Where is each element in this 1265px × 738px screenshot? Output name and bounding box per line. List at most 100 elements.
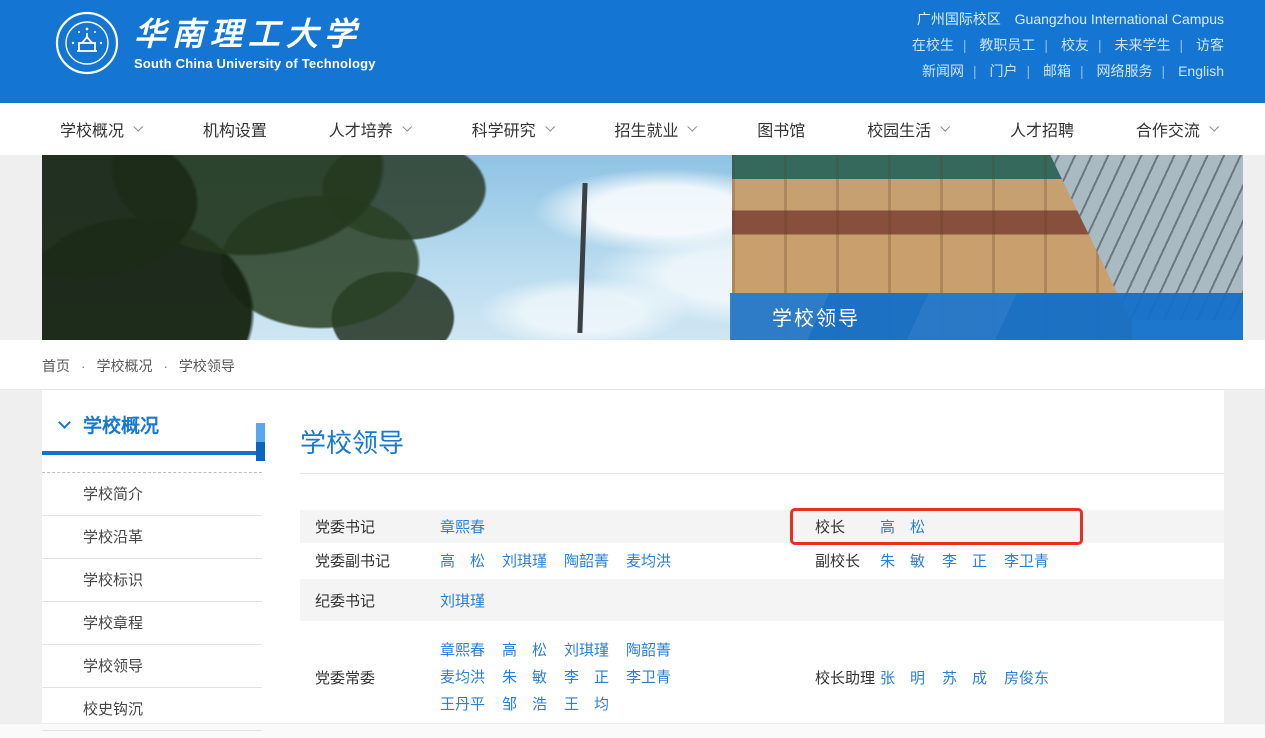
link-future-students[interactable]: 未来学生 xyxy=(1114,37,1170,53)
row-label: 副校长 xyxy=(790,550,880,571)
nav-item-research[interactable]: 科学研究 xyxy=(472,117,553,141)
cell-discipline-secretary: 纪委书记 刘琪瑾 xyxy=(300,579,790,621)
chevron-down-icon xyxy=(58,416,71,429)
separator: | xyxy=(1080,63,1084,79)
nav-item-admissions[interactable]: 招生就业 xyxy=(614,117,695,141)
breadcrumb-separator: · xyxy=(81,358,86,374)
cell-vice-presidents: 副校长 朱 敏李 正李卫青 xyxy=(790,543,1224,577)
table-row: 党委常委 章熙春高 松刘琪瑾陶韶菁 麦均洪朱 敏李 正李卫青 王丹平邹 浩王 均… xyxy=(300,621,1224,733)
chevron-down-icon xyxy=(688,122,698,132)
breadcrumb-school-overview[interactable]: 学校概况 xyxy=(96,358,152,374)
leader-name-link[interactable]: 麦均洪 xyxy=(440,669,485,686)
leader-name-link[interactable]: 章熙春 xyxy=(440,642,485,659)
leader-name-link[interactable]: 麦均洪 xyxy=(626,553,671,570)
cell-standing-committee: 党委常委 章熙春高 松刘琪瑾陶韶菁 麦均洪朱 敏李 正李卫青 王丹平邹 浩王 均 xyxy=(300,621,790,733)
leader-name-link[interactable]: 李 正 xyxy=(564,669,609,686)
leader-name-link[interactable]: 高 松 xyxy=(440,553,485,570)
link-faculty-staff[interactable]: 教职员工 xyxy=(979,37,1035,53)
leader-name-link[interactable]: 苏 成 xyxy=(942,670,987,687)
leader-name-link[interactable]: 王 均 xyxy=(564,696,609,713)
nav-item-cooperation[interactable]: 合作交流 xyxy=(1136,117,1217,141)
breadcrumb: 首页 · 学校概况 · 学校领导 xyxy=(0,340,1265,390)
leader-name-link[interactable]: 王丹平 xyxy=(440,696,485,713)
campus-link-zh[interactable]: 广州国际校区 xyxy=(917,11,1001,27)
leader-name-link[interactable]: 高 松 xyxy=(880,519,925,536)
banner-photo: 学校领导 xyxy=(42,155,1243,340)
sidebar-header-label: 学校概况 xyxy=(83,411,159,438)
nav-item-education[interactable]: 人才培养 xyxy=(329,117,410,141)
leader-name-link[interactable]: 陶韶菁 xyxy=(626,642,671,659)
leadership-table: 党委书记 章熙春 校长 高 松 党委副书记 高 松刘琪瑾陶韶菁麦均洪 xyxy=(300,510,1224,733)
name-list: 高 松刘琪瑾陶韶菁麦均洪 xyxy=(440,550,688,571)
name-list: 张 明苏 成房俊东 xyxy=(880,667,1066,688)
name-lines: 章熙春高 松刘琪瑾陶韶菁 麦均洪朱 敏李 正李卫青 王丹平邹 浩王 均 xyxy=(440,637,688,718)
topbar-row-campus: 广州国际校区 Guangzhou International Campus xyxy=(912,6,1224,32)
row-label: 校长 xyxy=(790,516,880,537)
content-area: 学校领导 党委书记 章熙春 校长 高 松 党委副书记 xyxy=(262,390,1224,723)
nav-label: 合作交流 xyxy=(1136,117,1200,141)
link-portal[interactable]: 门户 xyxy=(989,63,1017,79)
nav-item-school-overview[interactable]: 学校概况 xyxy=(60,117,141,141)
leader-name-link[interactable]: 李 正 xyxy=(942,553,987,570)
name-list: 王丹平邹 浩王 均 xyxy=(440,691,688,718)
leader-name-link[interactable]: 房俊东 xyxy=(1004,670,1049,687)
sidebar-item-school-charter[interactable]: 学校章程 xyxy=(42,602,262,645)
chevron-down-icon xyxy=(545,122,555,132)
nav-item-campus-life[interactable]: 校园生活 xyxy=(867,117,948,141)
sidebar-item-history-archives[interactable]: 校史钩沉 xyxy=(42,688,262,731)
nav-label: 人才招聘 xyxy=(1010,117,1074,141)
leader-name-link[interactable]: 刘琪瑾 xyxy=(440,593,485,610)
leader-name-link[interactable]: 刘琪瑾 xyxy=(564,642,609,659)
nav-label: 校园生活 xyxy=(867,117,931,141)
sidebar-scroll-indicator-light xyxy=(256,423,265,442)
leader-name-link[interactable]: 张 明 xyxy=(880,670,925,687)
separator: | xyxy=(973,63,977,79)
nav-item-organizations[interactable]: 机构设置 xyxy=(203,117,267,141)
nav-item-recruitment[interactable]: 人才招聘 xyxy=(1010,117,1074,141)
topbar-row-services: 新闻网| 门户| 邮箱| 网络服务| English xyxy=(912,58,1224,84)
chevron-down-icon xyxy=(402,122,412,132)
leader-name-link[interactable]: 朱 敏 xyxy=(502,669,547,686)
breadcrumb-current: 学校领导 xyxy=(179,358,235,374)
sidebar-item-school-intro[interactable]: 学校简介 xyxy=(42,473,262,516)
leader-name-link[interactable]: 高 松 xyxy=(502,642,547,659)
banner-ribbon: 学校领导 xyxy=(730,293,1243,340)
leader-name-link[interactable]: 章熙春 xyxy=(440,519,485,536)
cell-president: 校长 高 松 xyxy=(790,510,1224,543)
university-seal-icon xyxy=(55,11,119,75)
breadcrumb-home[interactable]: 首页 xyxy=(42,358,70,374)
banner-title: 学校领导 xyxy=(772,302,860,331)
row-label: 纪委书记 xyxy=(300,590,440,611)
link-english[interactable]: English xyxy=(1178,63,1224,79)
campus-link-en[interactable]: Guangzhou International Campus xyxy=(1015,11,1224,27)
name-list: 麦均洪朱 敏李 正李卫青 xyxy=(440,664,688,691)
link-mail[interactable]: 邮箱 xyxy=(1043,63,1071,79)
cell-deputy-party-secretaries: 党委副书记 高 松刘琪瑾陶韶菁麦均洪 xyxy=(300,543,790,577)
leader-name-link[interactable]: 刘琪瑾 xyxy=(502,553,547,570)
separator: | xyxy=(1179,37,1183,53)
sidebar-scroll-indicator-dark[interactable] xyxy=(256,442,265,461)
link-alumni[interactable]: 校友 xyxy=(1061,37,1089,53)
link-visitors[interactable]: 访客 xyxy=(1196,37,1224,53)
university-logo[interactable]: 华南理工大学 South China University of Technol… xyxy=(55,11,376,75)
name-list: 朱 敏李 正李卫青 xyxy=(880,550,1066,571)
leader-name-link[interactable]: 陶韶菁 xyxy=(564,553,609,570)
banner-strip: 学校领导 xyxy=(0,155,1265,340)
sidebar-header[interactable]: 学校概况 xyxy=(42,411,262,455)
leader-name-link[interactable]: 李卫青 xyxy=(626,669,671,686)
separator: | xyxy=(1098,37,1102,53)
nav-label: 学校概况 xyxy=(60,117,124,141)
sidebar-item-school-history[interactable]: 学校沿革 xyxy=(42,516,262,559)
university-name-en: South China University of Technology xyxy=(134,56,376,71)
leader-name-link[interactable]: 邹 浩 xyxy=(502,696,547,713)
link-network-services[interactable]: 网络服务 xyxy=(1097,63,1153,79)
leader-name-link[interactable]: 朱 敏 xyxy=(880,553,925,570)
sidebar-item-school-leadership[interactable]: 学校领导 xyxy=(42,645,262,688)
link-current-students[interactable]: 在校生 xyxy=(912,37,954,53)
nav-item-library[interactable]: 图书馆 xyxy=(757,117,805,141)
leader-name-link[interactable]: 李卫青 xyxy=(1004,553,1049,570)
sidebar-item-school-identity[interactable]: 学校标识 xyxy=(42,559,262,602)
link-news[interactable]: 新闻网 xyxy=(922,63,964,79)
nav-label: 机构设置 xyxy=(203,117,267,141)
logo-text: 华南理工大学 South China University of Technol… xyxy=(134,15,376,71)
